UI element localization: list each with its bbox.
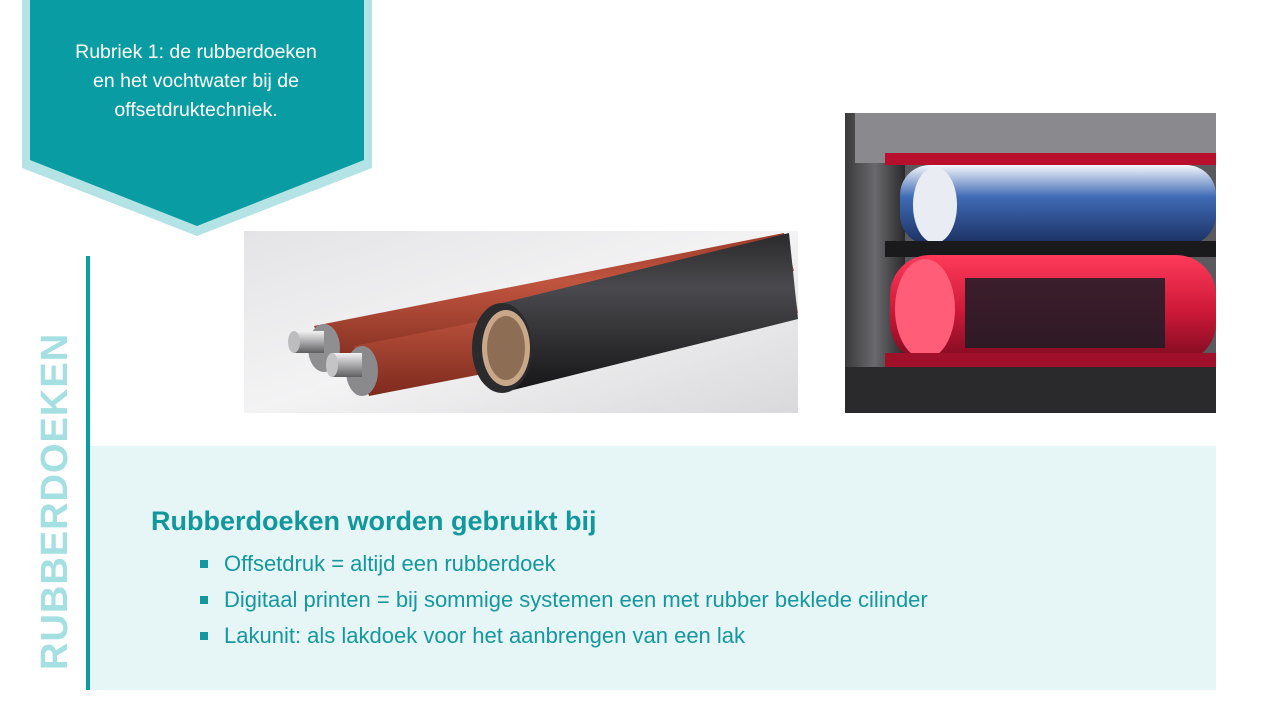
list-item: Lakunit: als lakdoek voor het aanbrengen… (200, 618, 928, 654)
printing-press-image (845, 113, 1216, 413)
banner-title: Rubriek 1: de rubberdoeken en het vochtw… (75, 41, 317, 121)
section-banner: Rubriek 1: de rubberdoeken en het vochtw… (0, 0, 380, 240)
content-panel: Rubberdoeken worden gebruikt bij Offsetd… (90, 446, 1216, 690)
vertical-section-title: RUBBERDOEKEN (34, 332, 76, 670)
bullet-square-icon (200, 632, 208, 640)
bullet-list: Offsetdruk = altijd een rubberdoek Digit… (200, 546, 928, 654)
bullet-text: Offsetdruk = altijd een rubberdoek (224, 551, 556, 576)
content-heading: Rubberdoeken worden gebruikt bij (151, 506, 597, 536)
list-item: Digitaal printen = bij sommige systemen … (200, 582, 928, 618)
bullet-square-icon (200, 596, 208, 604)
bullet-text: Digitaal printen = bij sommige systemen … (224, 587, 928, 612)
bullet-square-icon (200, 560, 208, 568)
bullet-text: Lakunit: als lakdoek voor het aanbrengen… (224, 623, 746, 648)
rubber-rollers-image (244, 231, 798, 413)
list-item: Offsetdruk = altijd een rubberdoek (200, 546, 928, 582)
